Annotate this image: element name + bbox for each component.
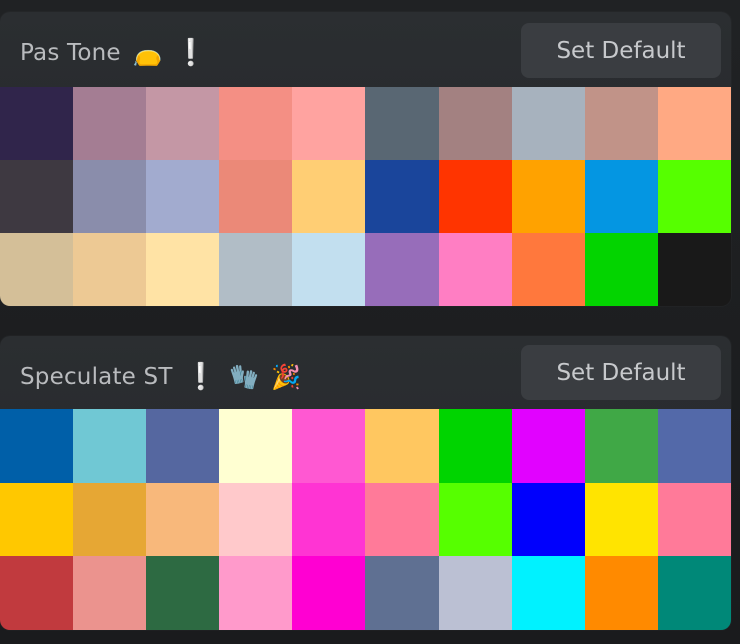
color-swatch[interactable] — [365, 482, 439, 557]
color-swatch[interactable] — [146, 160, 220, 233]
color-swatch[interactable] — [657, 409, 731, 483]
color-swatch[interactable] — [657, 87, 731, 160]
palette-speculate-st: Speculate ST ❕ 🧤 🎉 Set Default — [0, 336, 731, 630]
color-swatch[interactable] — [657, 556, 731, 630]
palette-header: Pas Tone 👝 ❕ Set Default — [0, 12, 731, 87]
color-swatch[interactable] — [657, 482, 731, 557]
color-swatch[interactable] — [511, 409, 585, 483]
color-swatch[interactable] — [365, 233, 439, 306]
color-swatch[interactable] — [292, 409, 366, 483]
glove-icon: 🧤 — [229, 363, 260, 391]
color-swatch[interactable] — [219, 482, 293, 557]
color-swatch[interactable] — [511, 556, 585, 630]
color-swatch[interactable] — [657, 233, 731, 306]
color-swatch[interactable] — [292, 233, 366, 306]
color-swatch[interactable] — [438, 233, 512, 306]
color-swatch[interactable] — [657, 160, 731, 233]
color-swatch[interactable] — [438, 87, 512, 160]
color-swatch[interactable] — [438, 409, 512, 483]
color-swatch[interactable] — [438, 482, 512, 557]
color-swatch[interactable] — [584, 409, 658, 483]
party-popper-icon: 🎉 — [271, 363, 302, 391]
color-swatch[interactable] — [0, 233, 74, 306]
bag-icon: 👝 — [132, 39, 163, 67]
color-swatch[interactable] — [0, 160, 74, 233]
color-swatch[interactable] — [292, 482, 366, 557]
palette-title-row: Pas Tone 👝 ❕ — [20, 36, 207, 70]
color-swatch[interactable] — [584, 556, 658, 630]
palette-settings-page: Pas Tone 👝 ❕ Set Default Speculate ST ❕ … — [0, 0, 740, 644]
color-swatch[interactable] — [292, 556, 366, 630]
color-swatch[interactable] — [584, 482, 658, 557]
color-swatch[interactable] — [146, 409, 220, 483]
color-swatch[interactable] — [219, 87, 293, 160]
color-swatch[interactable] — [219, 409, 293, 483]
set-default-button[interactable]: Set Default — [521, 23, 721, 78]
set-default-button[interactable]: Set Default — [521, 345, 721, 400]
palette-header: Speculate ST ❕ 🧤 🎉 Set Default — [0, 336, 731, 411]
color-swatch[interactable] — [73, 87, 147, 160]
color-swatch[interactable] — [146, 233, 220, 306]
color-swatch[interactable] — [73, 556, 147, 630]
color-swatch[interactable] — [73, 409, 147, 483]
color-swatch[interactable] — [511, 87, 585, 160]
color-swatch[interactable] — [438, 556, 512, 630]
color-swatch[interactable] — [584, 87, 658, 160]
color-swatch[interactable] — [584, 160, 658, 233]
color-swatch-grid — [0, 409, 731, 630]
color-swatch[interactable] — [73, 160, 147, 233]
color-swatch[interactable] — [292, 87, 366, 160]
palette-title: Speculate ST — [20, 364, 173, 390]
palette-title: Pas Tone — [20, 40, 121, 66]
color-swatch[interactable] — [219, 233, 293, 306]
color-swatch[interactable] — [511, 160, 585, 233]
color-swatch[interactable] — [0, 556, 74, 630]
color-swatch[interactable] — [146, 556, 220, 630]
color-swatch[interactable] — [292, 160, 366, 233]
color-swatch[interactable] — [511, 233, 585, 306]
color-swatch[interactable] — [365, 409, 439, 483]
color-swatch-grid — [0, 87, 731, 306]
color-swatch[interactable] — [0, 87, 74, 160]
color-swatch[interactable] — [438, 160, 512, 233]
color-swatch[interactable] — [365, 87, 439, 160]
color-swatch[interactable] — [73, 233, 147, 306]
palette-title-row: Speculate ST ❕ 🧤 🎉 — [20, 360, 301, 394]
color-swatch[interactable] — [365, 160, 439, 233]
palette-pas-tone: Pas Tone 👝 ❕ Set Default — [0, 12, 731, 306]
color-swatch[interactable] — [0, 482, 74, 557]
color-swatch[interactable] — [219, 556, 293, 630]
color-swatch[interactable] — [146, 482, 220, 557]
color-swatch[interactable] — [0, 409, 74, 483]
exclamation-icon: ❕ — [184, 362, 218, 392]
color-swatch[interactable] — [584, 233, 658, 306]
color-swatch[interactable] — [365, 556, 439, 630]
exclamation-icon: ❕ — [174, 38, 208, 68]
color-swatch[interactable] — [73, 482, 147, 557]
color-swatch[interactable] — [146, 87, 220, 160]
color-swatch[interactable] — [511, 482, 585, 557]
color-swatch[interactable] — [219, 160, 293, 233]
